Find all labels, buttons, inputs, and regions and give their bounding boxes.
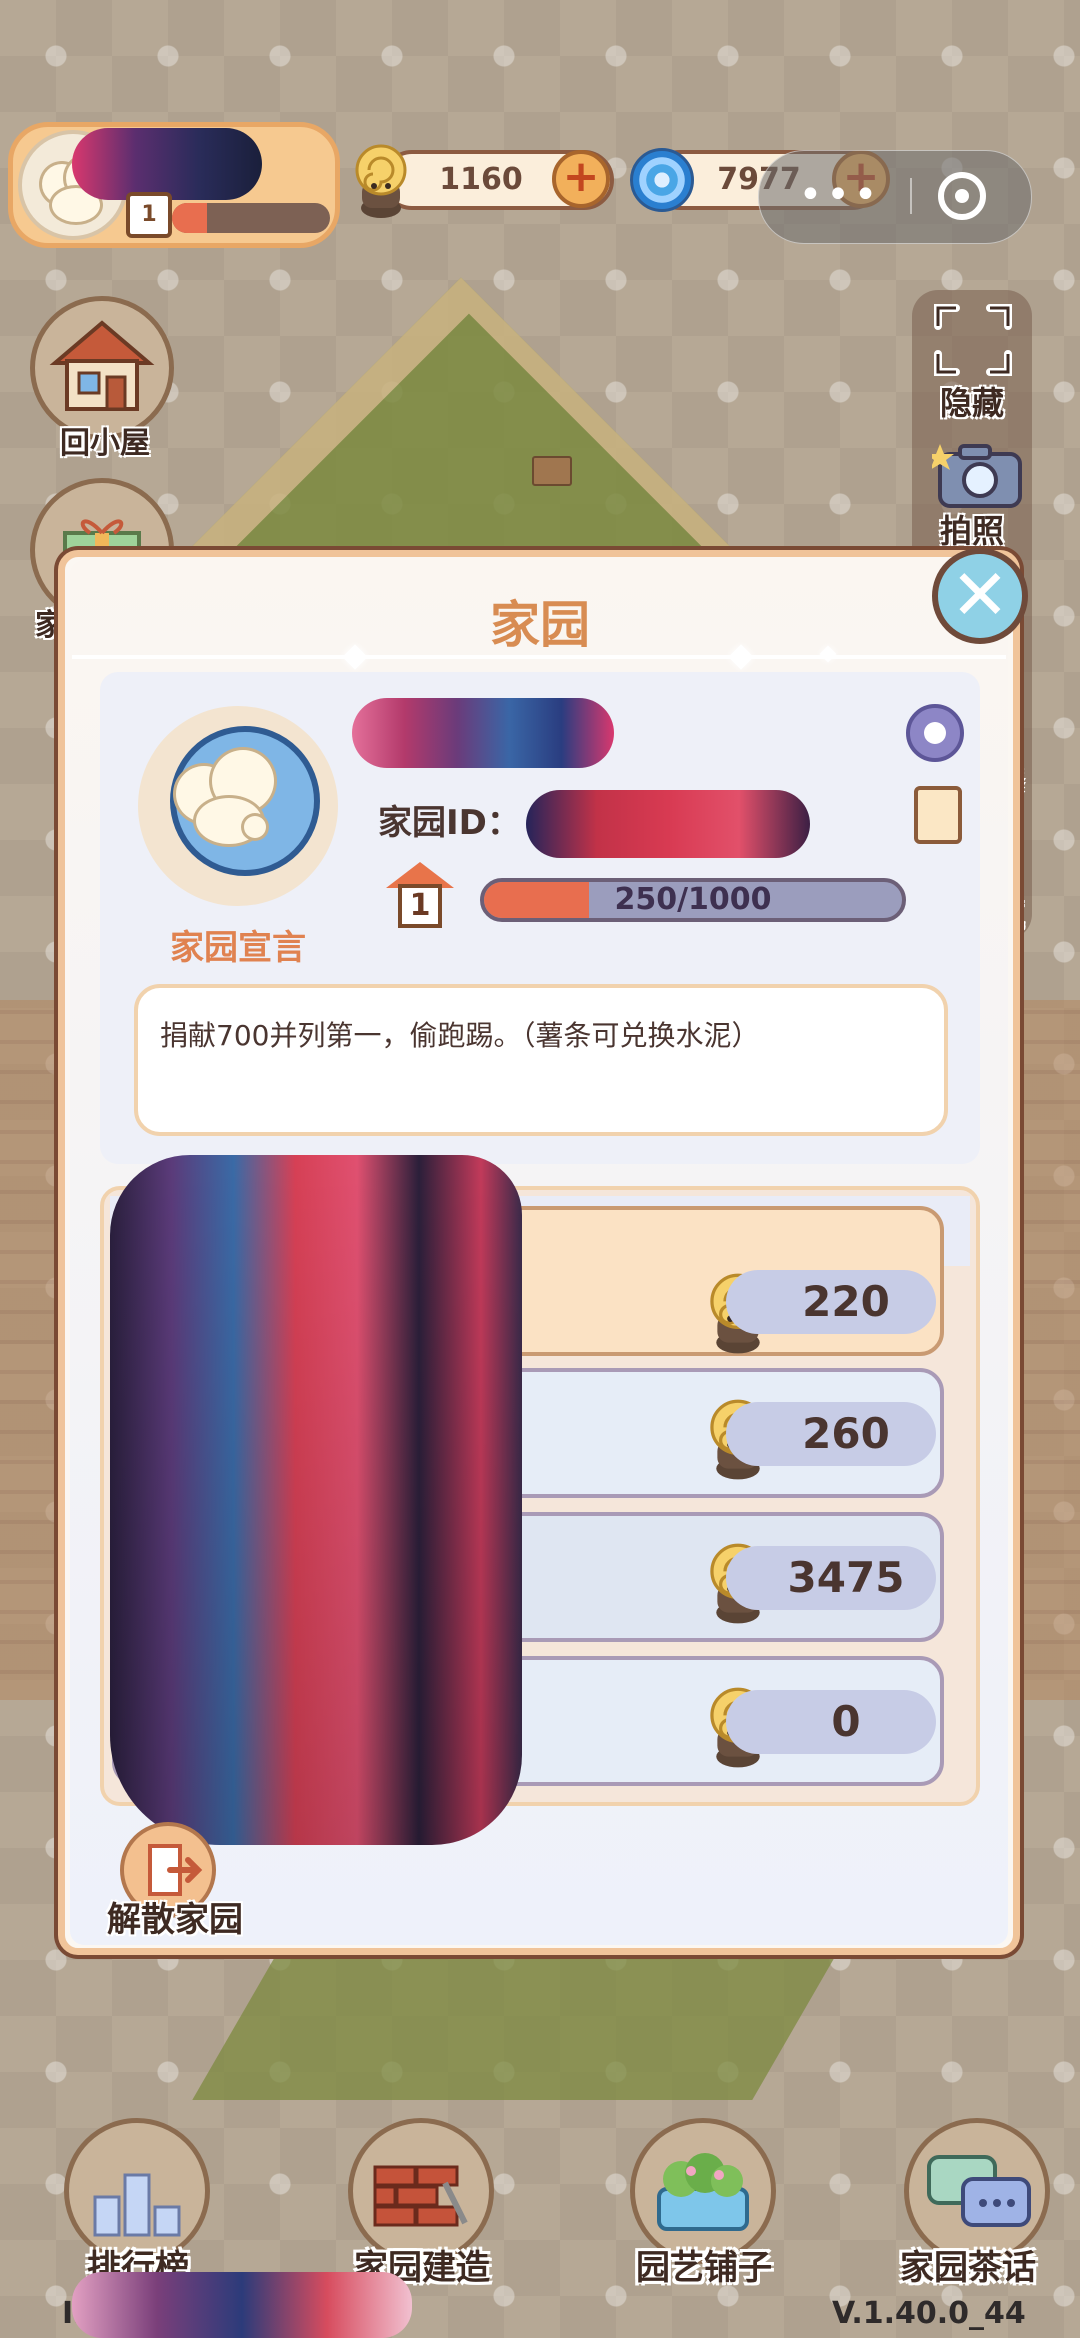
hide-ui-label: 隐藏 bbox=[939, 384, 1004, 422]
capsule-divider bbox=[910, 178, 912, 214]
snail-currency-value: 1160 bbox=[439, 162, 523, 197]
disband-home-label: 解散家园 bbox=[107, 1900, 243, 1940]
home-exp-text: 250/1000 bbox=[614, 882, 772, 917]
profile-name-redacted bbox=[72, 128, 262, 200]
more-menu-button[interactable]: ••• bbox=[790, 160, 890, 230]
declaration-label: 家园宣言 bbox=[170, 928, 306, 968]
declaration-box bbox=[134, 984, 948, 1136]
nav-chat-label: 家园茶话 bbox=[900, 2248, 1036, 2288]
close-miniprogram-button[interactable] bbox=[938, 172, 986, 220]
brick-build-icon bbox=[373, 2165, 468, 2227]
copy-id-icon[interactable] bbox=[906, 780, 962, 844]
home-level-badge: 1 bbox=[380, 862, 460, 932]
close-dialog-button[interactable]: ✕ bbox=[932, 548, 1028, 644]
dialog-title: 家园 bbox=[490, 596, 590, 654]
snail-coin-icon bbox=[346, 136, 416, 220]
house-icon bbox=[49, 320, 155, 411]
add-snail-currency-button[interactable]: + bbox=[552, 150, 610, 208]
member-names-redacted bbox=[110, 1155, 522, 1845]
nav-garden-shop-label: 园艺铺子 bbox=[636, 2248, 772, 2288]
home-id-label: 家园ID： bbox=[378, 803, 521, 843]
home-id-redacted bbox=[526, 790, 810, 858]
footer-id-redacted bbox=[72, 2272, 412, 2338]
hide-ui-button[interactable] bbox=[930, 300, 1016, 380]
close-icon: ✕ bbox=[950, 554, 1010, 636]
garden-sign bbox=[532, 456, 572, 486]
settings-gear-icon[interactable] bbox=[906, 704, 964, 762]
home-name-redacted bbox=[352, 698, 614, 768]
back-to-cabin-label: 回小屋 bbox=[60, 426, 150, 461]
home-level-number: 1 bbox=[398, 884, 442, 928]
level-badge: 1 bbox=[126, 192, 172, 238]
member-contribution-value: 260 bbox=[802, 1409, 890, 1458]
version-text: V.1.40.0_44 bbox=[832, 2296, 1026, 2331]
plant-shop-icon bbox=[657, 2153, 749, 2231]
member-contribution-value: 0 bbox=[831, 1697, 861, 1746]
photo-button[interactable] bbox=[926, 440, 1028, 510]
home-avatar[interactable] bbox=[138, 706, 338, 906]
fullscreen-icon bbox=[934, 304, 1012, 376]
chat-icon bbox=[927, 2155, 1031, 2227]
photo-label: 拍照 bbox=[939, 512, 1004, 550]
blue-swirl-icon bbox=[630, 148, 694, 212]
member-contribution-value: 220 bbox=[802, 1277, 890, 1326]
title-divider bbox=[72, 655, 1006, 659]
level-progress-bar bbox=[172, 203, 330, 233]
member-contribution-value: 3475 bbox=[787, 1553, 905, 1602]
declaration-text: 捐献700并列第一，偷跑踢。（薯条可兑换水泥） bbox=[160, 1019, 760, 1052]
leaderboard-icon bbox=[93, 2173, 181, 2237]
camera-icon bbox=[926, 444, 1022, 508]
